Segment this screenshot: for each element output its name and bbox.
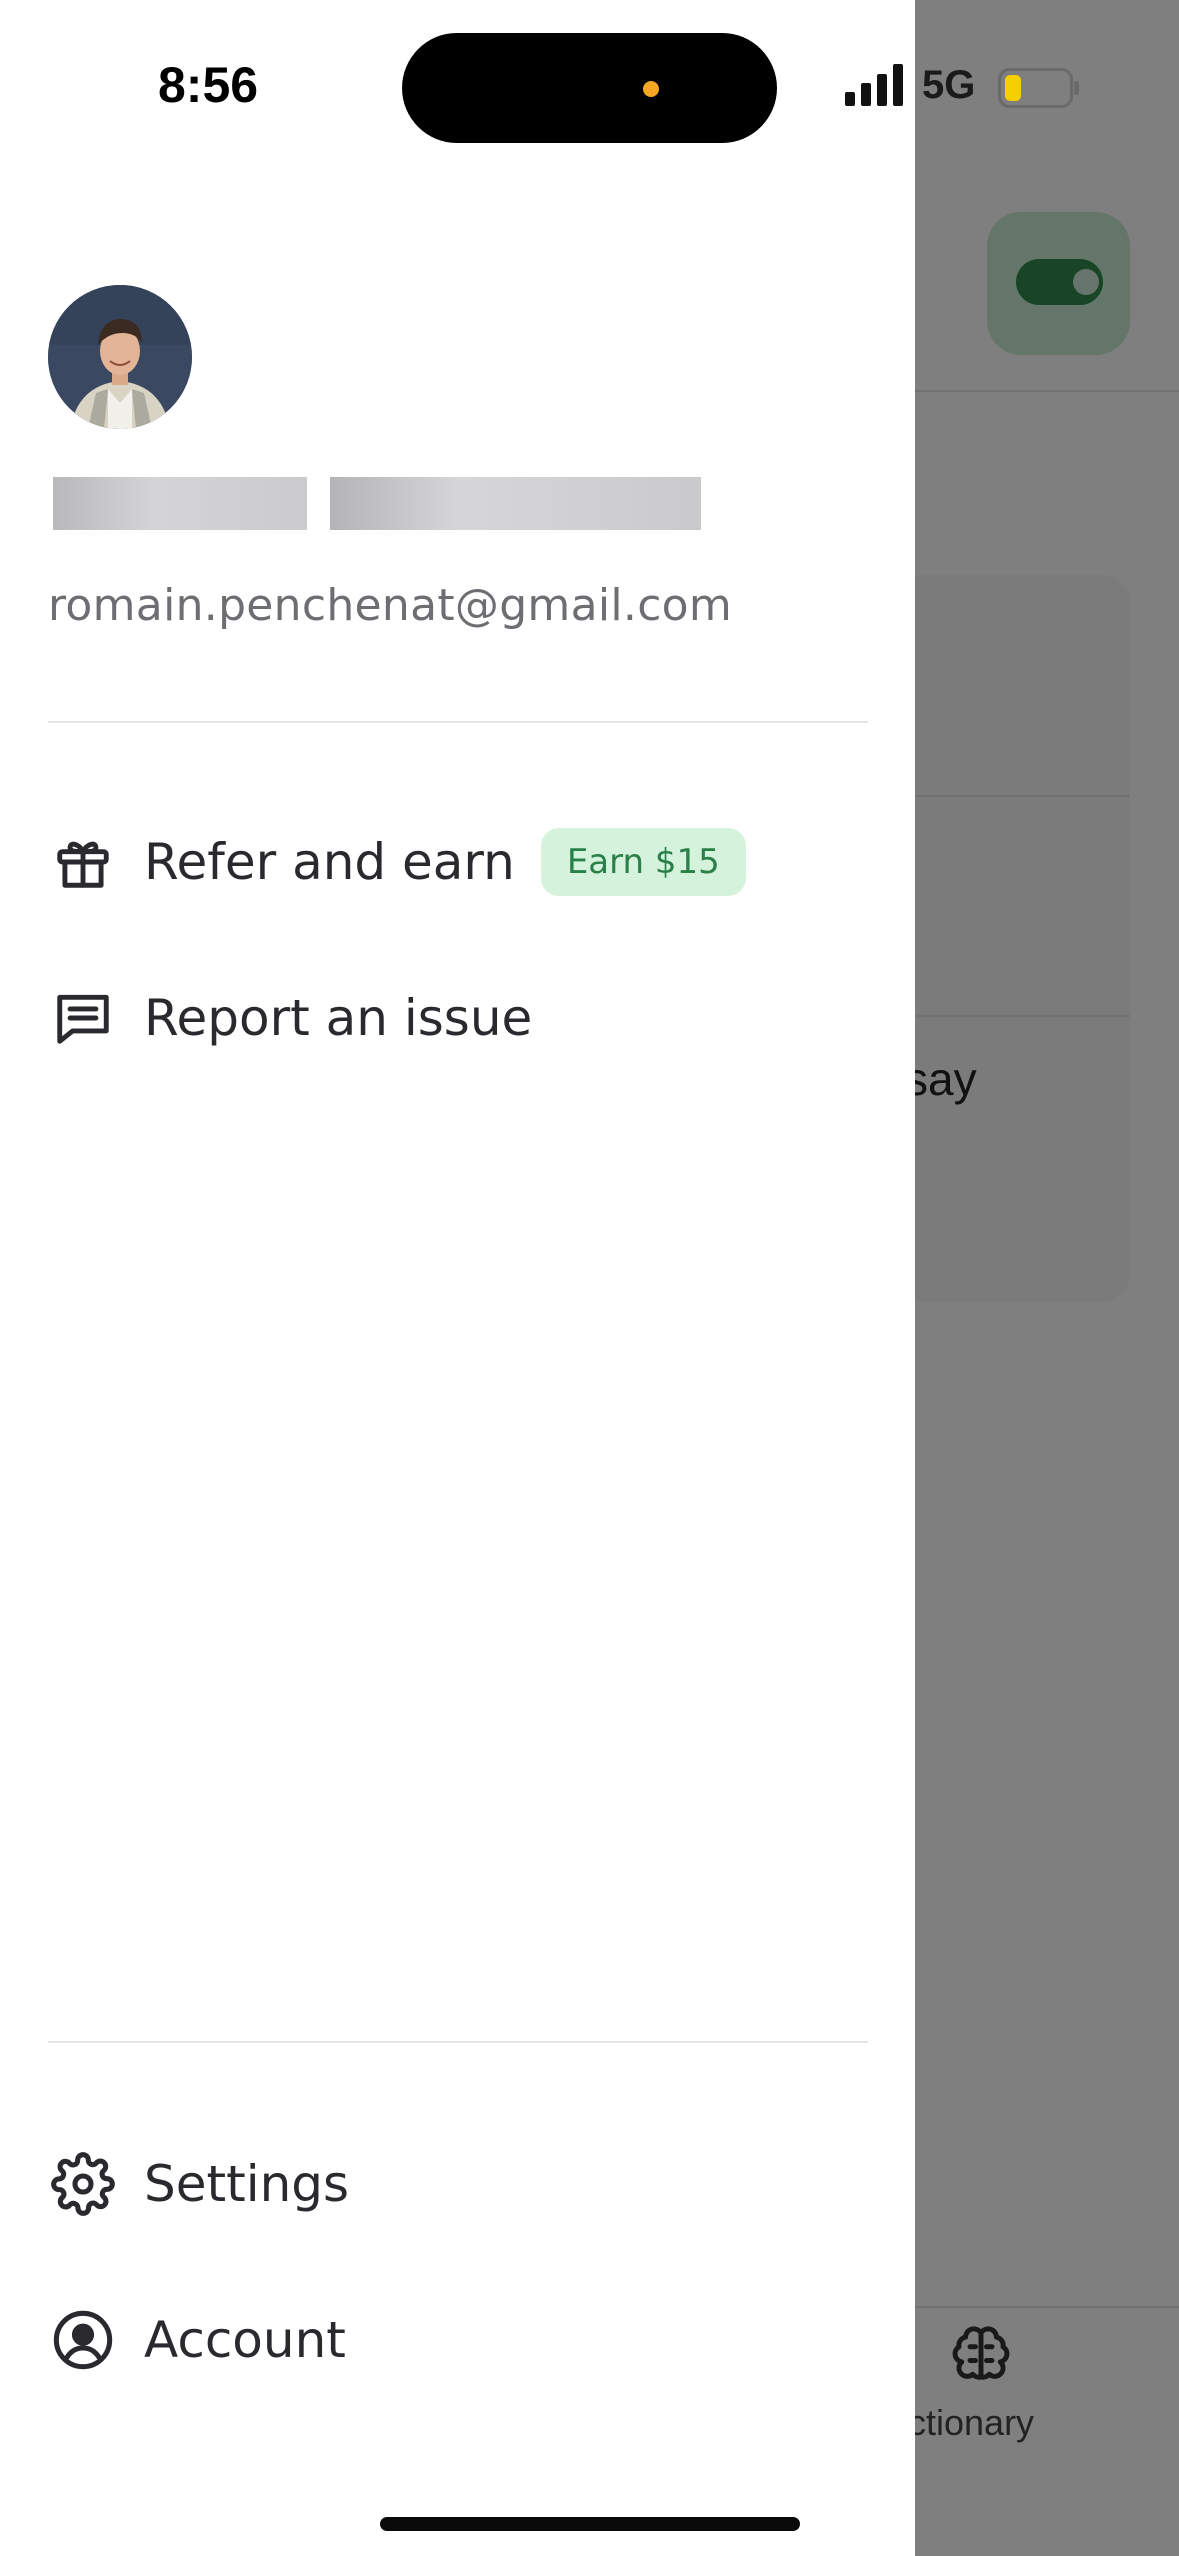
home-indicator[interactable] bbox=[380, 2517, 800, 2531]
gift-icon bbox=[48, 827, 118, 897]
user-circle-icon bbox=[48, 2305, 118, 2375]
dynamic-island bbox=[402, 33, 777, 143]
menu-item-label: Settings bbox=[144, 2155, 350, 2213]
user-last-name-redacted bbox=[330, 477, 701, 530]
menu-item-refer-and-earn[interactable]: Refer and earn Earn $15 bbox=[48, 812, 746, 912]
side-drawer: 8:56 romain.penchenat@gmail.com Refer an… bbox=[0, 0, 915, 2556]
message-icon bbox=[48, 983, 118, 1053]
avatar[interactable] bbox=[48, 285, 192, 429]
menu-item-label: Refer and earn bbox=[144, 833, 515, 891]
signal-icon bbox=[845, 64, 903, 106]
user-email: romain.penchenat@gmail.com bbox=[48, 580, 733, 631]
user-first-name-redacted bbox=[53, 477, 307, 530]
drawer-divider bbox=[48, 2041, 868, 2043]
menu-item-settings[interactable]: Settings bbox=[48, 2134, 349, 2234]
menu-item-label: Account bbox=[144, 2311, 346, 2369]
status-time: 8:56 bbox=[158, 57, 259, 113]
privacy-indicator-dot bbox=[643, 81, 659, 97]
menu-item-account[interactable]: Account bbox=[48, 2290, 346, 2390]
menu-item-report-issue[interactable]: Report an issue bbox=[48, 968, 532, 1068]
gear-icon bbox=[48, 2149, 118, 2219]
network-type: 5G bbox=[922, 63, 976, 107]
battery-icon bbox=[998, 68, 1079, 108]
earn-badge: Earn $15 bbox=[540, 828, 746, 896]
drawer-divider bbox=[48, 721, 868, 723]
menu-item-label: Report an issue bbox=[144, 989, 533, 1047]
